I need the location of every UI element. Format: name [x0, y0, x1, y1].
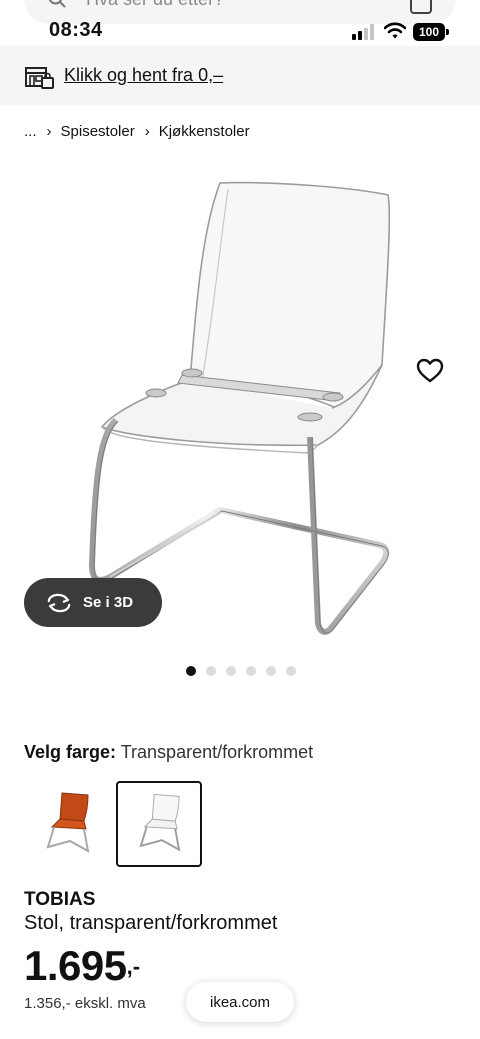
status-time: 08:34 [49, 19, 103, 41]
breadcrumb: ... › Spisestoler › Kjøkkenstoler [24, 121, 250, 141]
color-label-title: Velg farge: [24, 742, 117, 762]
gallery-dot[interactable] [266, 666, 276, 676]
chevron-right-icon: › [144, 122, 150, 140]
click-and-collect-link[interactable]: Klikk og hent fra 0,– [64, 65, 223, 86]
color-selected-value: Transparent/forkrommet [120, 742, 314, 762]
click-and-collect-bar[interactable]: Klikk og hent fra 0,– [0, 46, 480, 105]
gallery-dot[interactable] [246, 666, 256, 676]
store-pickup-icon [25, 66, 54, 89]
view-in-3d-label: Se i 3D [83, 594, 134, 611]
view-in-3d-button[interactable]: Se i 3D [24, 578, 162, 627]
price-ex-vat: 1.356,- ekskl. mva [24, 995, 146, 1012]
battery-level: 100 [413, 23, 445, 41]
product-description: Stol, transparent/forkrommet [24, 912, 278, 934]
color-option-transparent[interactable] [116, 781, 202, 867]
transparent-chair-thumbnail [139, 793, 181, 852]
cellular-signal-icon [352, 24, 374, 40]
product-image [89, 181, 391, 635]
gallery-dot[interactable] [206, 666, 216, 676]
breadcrumb-ellipsis[interactable]: ... [24, 123, 37, 140]
rotate-3d-icon [47, 593, 71, 612]
product-price: 1.695 ,- [24, 942, 140, 990]
chevron-right-icon: › [46, 122, 52, 140]
breadcrumb-item-kjokkenstoler[interactable]: Kjøkkenstoler [159, 123, 250, 140]
gallery-dot[interactable] [226, 666, 236, 676]
color-selector-label: Velg farge: Transparent/forkrommet [24, 742, 313, 763]
price-main: 1.695 [24, 942, 127, 989]
browser-url: ikea.com [209, 993, 271, 1011]
gallery-dot[interactable] [186, 666, 196, 676]
breadcrumb-item-spisestoler[interactable]: Spisestoler [61, 123, 135, 140]
browser-address-pill[interactable]: ikea.com [186, 982, 294, 1022]
battery-icon: 100 [413, 23, 449, 41]
gallery-pagination [186, 666, 296, 676]
wifi-icon [384, 22, 406, 39]
status-bar: 08:34 100 [0, 0, 480, 46]
color-option-orange[interactable] [26, 781, 112, 867]
product-name: TOBIAS [24, 889, 96, 910]
price-suffix: ,- [126, 954, 141, 979]
orange-chair-thumbnail [46, 792, 90, 853]
gallery-dot[interactable] [286, 666, 296, 676]
favorite-heart-icon[interactable] [416, 357, 444, 385]
